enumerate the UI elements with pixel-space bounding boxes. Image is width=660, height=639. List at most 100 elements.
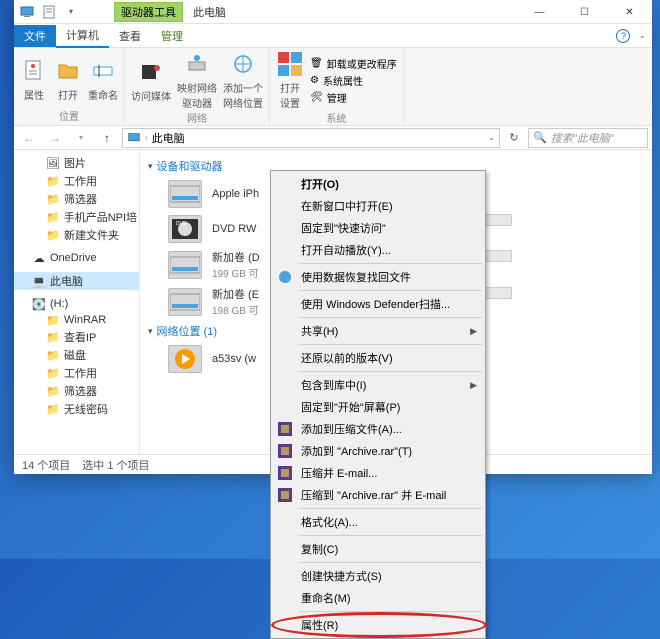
ribbon-uninstall[interactable]: 🗑卸载或更改程序 [310,56,397,71]
ribbon-manage[interactable]: 🛠管理 [310,90,397,105]
rar-icon [277,443,293,459]
maximize-button[interactable]: ☐ [562,0,607,24]
tree-item[interactable]: 📁手机产品NPI培 [14,208,139,226]
context-menu-item[interactable]: 固定到"快速访问" [273,217,483,239]
context-menu-label: 压缩并 E-mail... [301,465,377,481]
tree-item-label: OneDrive [50,252,96,264]
tree-item[interactable]: 📁 磁盘 [14,346,139,364]
tab-computer[interactable]: 计算机 [56,24,109,48]
context-menu-label: 使用数据恢复找回文件 [301,269,411,285]
svg-text:DVD: DVD [176,221,187,227]
nav-forward-button[interactable]: → [44,128,66,148]
ribbon-group-system: 系统 [326,110,346,125]
tab-manage[interactable]: 管理 [151,25,193,47]
search-icon: 🔍 [533,131,547,144]
context-menu-item[interactable]: 压缩到 "Archive.rar" 并 E-mail [273,484,483,506]
nav-tree[interactable]: 🖼图片📁工作用📁筛选器📁手机产品NPI培📁新建文件夹☁OneDrive💻此电脑💽… [14,150,140,454]
folder-icon: 📁 [46,228,60,242]
submenu-arrow-icon: ▶ [470,326,477,337]
address-field[interactable]: › 此电脑 ⌄ [122,128,500,148]
context-menu-item[interactable]: 固定到"开始"屏幕(P) [273,396,483,418]
window-title: 此电脑 [193,4,226,20]
ribbon-open[interactable]: 打开 [54,57,82,102]
ribbon-open-settings[interactable]: 打开 设置 [276,50,304,110]
ribbon-group-network: 网络 [187,110,207,125]
collapse-ribbon-icon[interactable]: ⌄ [638,30,646,41]
ribbon-map-drive[interactable]: 映射网络 驱动器 [177,50,217,110]
close-button[interactable]: ✕ [607,0,652,24]
nav-up-button[interactable]: ↑ [96,128,118,148]
tree-item[interactable]: 🖼图片 [14,154,139,172]
drive-icon [168,251,202,279]
context-menu: 打开(O) 在新窗口中打开(E) 固定到"快速访问"打开自动播放(Y)... 使用数据… [270,170,486,639]
drive-icon [168,288,202,316]
device-icon [168,180,202,208]
refresh-button[interactable]: ↻ [504,131,524,144]
computer-icon: 💻 [32,274,46,288]
context-menu-item[interactable]: 压缩并 E-mail... [273,462,483,484]
tab-file[interactable]: 文件 [14,25,56,47]
tree-item[interactable]: 📁工作用 [14,172,139,190]
context-menu-item[interactable]: 还原以前的版本(V) [273,347,483,369]
submenu-arrow-icon: ▶ [470,380,477,391]
context-menu-label: 复制(C) [301,541,338,557]
status-selected: 选中 1 个项目 [82,457,149,473]
context-menu-item[interactable]: 包含到库中(I) ▶ [273,374,483,396]
context-menu-item[interactable]: 复制(C) [273,538,483,560]
ribbon-sysprops[interactable]: ⚙系统属性 [310,73,397,88]
context-menu-item[interactable]: 添加到 "Archive.rar"(T) [273,440,483,462]
rar-icon [277,465,293,481]
ribbon-rename[interactable]: 重命名 [88,57,118,102]
context-menu-item[interactable]: 使用数据恢复找回文件 [273,266,483,288]
tree-item[interactable]: ☁ OneDrive [14,250,139,266]
tree-item[interactable]: 📁 查看IP [14,328,139,346]
folder-icon: 📁 [46,366,60,380]
context-menu-label: 固定到"开始"屏幕(P) [301,399,400,415]
context-menu-item[interactable]: 使用 Windows Defender扫描... [273,293,483,315]
qat-properties-icon[interactable] [40,3,58,21]
nav-history-dropdown[interactable]: ▾ [70,128,92,148]
ribbon-add-network[interactable]: 添加一个 网络位置 [223,50,263,110]
titlebar: ▾ 驱动器工具 此电脑 — ☐ ✕ [14,0,652,24]
nav-back-button[interactable]: ← [18,128,40,148]
tree-item-label: 查看IP [64,329,96,345]
ribbon: 属性 打开 重命名 位置 访问媒体 映射网络 驱动器 添加一个 网络位置 网络 … [14,48,652,126]
context-menu-item[interactable]: 创建快捷方式(S) [273,565,483,587]
context-menu-item[interactable]: 共享(H)▶ [273,320,483,342]
tree-item-label: 手机产品NPI培 [64,209,137,225]
tree-item[interactable]: 📁无线密码 [14,400,139,418]
folder-icon: 📁 [46,330,60,344]
drive-icon: 💽 [32,297,46,311]
context-menu-item[interactable]: 在新窗口中打开(E) [273,195,483,217]
help-icon[interactable]: ? [616,29,630,43]
context-menu-item[interactable]: 添加到压缩文件(A)... [273,418,483,440]
ribbon-properties[interactable]: 属性 [20,57,48,102]
tree-item[interactable]: 📁筛选器 [14,190,139,208]
tree-item-label: 磁盘 [64,347,86,363]
context-menu-label: 包含到库中(I) [301,377,366,393]
tree-item-label: 工作用 [64,365,97,381]
context-menu-label: 属性(R) [301,617,338,633]
qat-dropdown-icon[interactable]: ▾ [62,3,80,21]
folder-icon: 📁 [46,348,60,362]
tree-item-label: (H:) [50,298,68,310]
context-menu-item[interactable]: 重命名(M) [273,587,483,609]
onedrive-icon: ☁ [32,251,46,265]
minimize-button[interactable]: — [517,0,562,24]
context-menu-label: 在新窗口中打开(E) [301,198,393,214]
search-field[interactable]: 🔍 搜索"此电脑" [528,128,648,148]
tree-item[interactable]: 💻此电脑 [14,272,139,290]
context-menu-item[interactable]: 打开自动播放(Y)... [273,239,483,261]
quick-access-toolbar: ▾ [14,3,84,21]
tree-item[interactable]: 💽 (H:) [14,296,139,312]
tree-item[interactable]: 📁筛选器 [14,382,139,400]
tab-view[interactable]: 查看 [109,25,151,47]
ribbon-media[interactable]: 访问媒体 [131,58,171,103]
tree-item[interactable]: 📁 工作用 [14,364,139,382]
context-menu-item[interactable]: 属性(R) [273,614,483,636]
tree-item[interactable]: 📁WinRAR [14,312,139,328]
tree-item-label: 工作用 [64,173,97,189]
context-menu-item[interactable]: 格式化(A)... [273,511,483,533]
tree-item[interactable]: 📁新建文件夹 [14,226,139,244]
context-menu-item[interactable]: 打开(O) [273,173,483,195]
